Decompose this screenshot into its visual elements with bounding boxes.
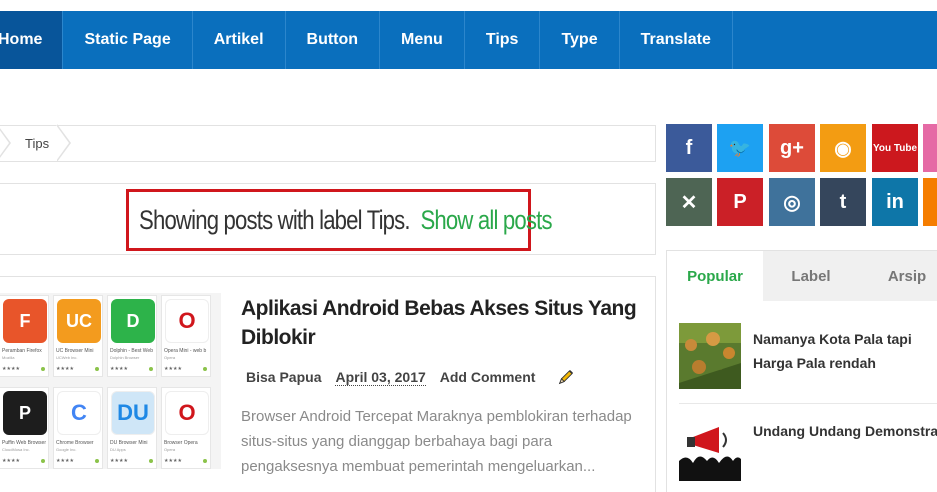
popular-post-title[interactable]: Undang Undang Demonstrasi bbox=[753, 419, 937, 443]
post-title-link[interactable]: Aplikasi Android Bebas Akses Situs Yang … bbox=[241, 294, 641, 352]
app-icon: F bbox=[3, 299, 47, 343]
nav-translate[interactable]: Translate bbox=[620, 11, 733, 69]
post-thumbnail[interactable]: F Peramban Firefox Mozilla ★★★★ UC UC Browser… bbox=[0, 293, 221, 469]
app-icon: P bbox=[3, 391, 47, 435]
app-install-dot-icon bbox=[203, 459, 207, 463]
app-developer: Mozilla bbox=[2, 355, 15, 360]
app-rating-icon: ★★★★ bbox=[2, 458, 20, 464]
tab-label[interactable]: Label bbox=[763, 251, 859, 301]
delicious-icon[interactable]: ✕ bbox=[666, 178, 712, 226]
label-highlight-box: Showing posts with label Tips. Show all … bbox=[126, 189, 553, 251]
app-name: Puffin Web Browser bbox=[2, 440, 47, 446]
app-icon: D bbox=[111, 299, 155, 343]
app-name: DU Browser Mini bbox=[110, 440, 148, 446]
post-author-link[interactable]: Bisa Papua bbox=[246, 369, 321, 385]
widget-divider bbox=[679, 403, 937, 404]
rss-icon[interactable]: ◉ bbox=[820, 124, 866, 172]
app-tile: UC UC Browser Mini UCWeb Inc. ★★★★ bbox=[53, 295, 103, 377]
nav-tips[interactable]: Tips bbox=[465, 11, 541, 69]
app-rating-icon: ★★★★ bbox=[2, 366, 20, 372]
app-install-dot-icon bbox=[41, 367, 45, 371]
tabbed-widget: Popular Label Arsip Namanya Kota Pala ta… bbox=[666, 250, 937, 492]
app-icon: O bbox=[165, 391, 209, 435]
twitter-icon[interactable]: 🐦 bbox=[717, 124, 763, 172]
app-developer: DU Apps bbox=[110, 447, 126, 452]
nav-artikel[interactable]: Artikel bbox=[193, 11, 286, 69]
app-install-dot-icon bbox=[95, 367, 99, 371]
app-tile: O Opera Mini - web b Opera ★★★★ bbox=[161, 295, 211, 377]
widget-tabs: Popular Label Arsip bbox=[667, 251, 937, 301]
breadcrumb-current: Tips bbox=[25, 136, 50, 151]
popular-post-thumbnail bbox=[679, 415, 741, 481]
app-install-dot-icon bbox=[203, 367, 207, 371]
app-developer: Dolphin Browser bbox=[110, 355, 140, 360]
label-text-line: Showing posts with label Tips. Show all … bbox=[139, 204, 553, 236]
pinterest-icon[interactable]: P bbox=[717, 178, 763, 226]
breadcrumb-end-icon bbox=[56, 124, 77, 162]
app-icon: C bbox=[57, 391, 101, 435]
app-developer: UCWeb Inc. bbox=[56, 355, 78, 360]
tumblr-icon[interactable]: t bbox=[820, 178, 866, 226]
edit-pencil-icon[interactable] bbox=[557, 368, 575, 386]
app-icon: UC bbox=[57, 299, 101, 343]
label-status-text: Showing posts with label Tips. bbox=[139, 204, 411, 235]
breadcrumb-separator-icon bbox=[0, 124, 13, 162]
app-name: UC Browser Mini bbox=[56, 348, 94, 354]
post-date[interactable]: April 03, 2017 bbox=[335, 369, 426, 386]
app-name: Peramban Firefox bbox=[2, 348, 42, 354]
app-rating-icon: ★★★★ bbox=[110, 458, 128, 464]
app-name: Browser Opera bbox=[164, 440, 198, 446]
facebook-icon[interactable]: f bbox=[666, 124, 712, 172]
app-rating-icon: ★★★★ bbox=[56, 458, 74, 464]
nav-menu[interactable]: Menu bbox=[380, 11, 465, 69]
nav-button[interactable]: Button bbox=[286, 11, 381, 69]
app-install-dot-icon bbox=[95, 459, 99, 463]
app-rating-icon: ★★★★ bbox=[56, 366, 74, 372]
app-install-dot-icon bbox=[149, 367, 153, 371]
breadcrumb: Tips bbox=[0, 124, 656, 162]
extra-icon[interactable] bbox=[923, 124, 937, 172]
app-icon: DU bbox=[111, 391, 155, 435]
app-name: Dolphin - Best Web bbox=[110, 348, 153, 354]
app-install-dot-icon bbox=[149, 459, 153, 463]
youtube-icon[interactable]: You Tube bbox=[872, 124, 918, 172]
popular-post-thumbnail bbox=[679, 323, 741, 389]
app-rating-icon: ★★★★ bbox=[110, 366, 128, 372]
main-nav: Home Static Page Artikel Button Menu Tip… bbox=[0, 11, 937, 69]
app-tile: D Dolphin - Best Web Dolphin Browser ★★★★ bbox=[107, 295, 157, 377]
app-tile: C Chrome Browser Google Inc. ★★★★ bbox=[53, 387, 103, 469]
app-tile: O Browser Opera Opera ★★★★ bbox=[161, 387, 211, 469]
nav-type[interactable]: Type bbox=[540, 11, 620, 69]
post-card: F Peramban Firefox Mozilla ★★★★ UC UC Browser… bbox=[0, 276, 656, 492]
post-excerpt: Browser Android Tercepat Maraknya pemblo… bbox=[241, 408, 632, 475]
app-tile: F Peramban Firefox Mozilla ★★★★ bbox=[0, 295, 49, 377]
label-banner: Showing posts with label Tips. Show all … bbox=[0, 183, 656, 255]
tab-popular[interactable]: Popular bbox=[667, 251, 763, 301]
blogger-icon[interactable]: B bbox=[923, 178, 937, 226]
post-meta: Bisa Papua April 03, 2017 Add Comment bbox=[246, 368, 575, 386]
app-rating-icon: ★★★★ bbox=[164, 366, 182, 372]
popular-post-title[interactable]: Namanya Kota Pala tapi Harga Pala rendah bbox=[753, 327, 937, 375]
add-comment-link[interactable]: Add Comment bbox=[440, 369, 536, 385]
app-developer: Opera bbox=[164, 355, 176, 360]
app-tile: DU DU Browser Mini DU Apps ★★★★ bbox=[107, 387, 157, 469]
app-rating-icon: ★★★★ bbox=[164, 458, 182, 464]
app-name: Chrome Browser bbox=[56, 440, 94, 446]
linkedin-icon[interactable]: in bbox=[872, 178, 918, 226]
nav-home[interactable]: Home bbox=[0, 11, 64, 69]
app-developer: Opera bbox=[164, 447, 176, 452]
nav-static-page[interactable]: Static Page bbox=[63, 11, 193, 69]
app-name: Opera Mini - web b bbox=[164, 348, 207, 354]
instagram-icon[interactable]: ◎ bbox=[769, 178, 815, 226]
google-plus-icon[interactable]: g+ bbox=[769, 124, 815, 172]
tab-arsip[interactable]: Arsip bbox=[859, 251, 937, 301]
page: Home Static Page Artikel Button Menu Tip… bbox=[0, 0, 937, 492]
app-tile: P Puffin Web Browser CloudMosa Inc. ★★★★ bbox=[0, 387, 49, 469]
show-all-posts-link[interactable]: Show all posts bbox=[420, 205, 552, 235]
app-icon: O bbox=[165, 299, 209, 343]
app-developer: Google Inc. bbox=[56, 447, 77, 452]
app-developer: CloudMosa Inc. bbox=[2, 447, 30, 452]
app-install-dot-icon bbox=[41, 459, 45, 463]
